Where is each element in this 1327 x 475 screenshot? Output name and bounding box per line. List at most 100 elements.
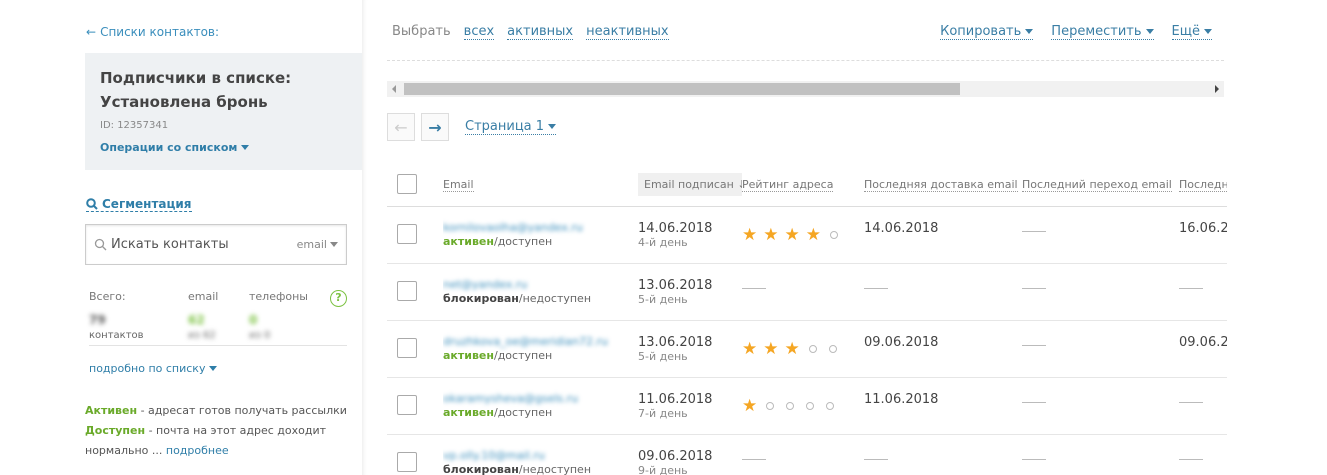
bulk-actions: Копировать Переместить Ещё (940, 24, 1212, 40)
contacts-main: Выбрать всех активных неактивных Копиров… (362, 0, 1327, 475)
table-row[interactable]: net@yandex.ru блокирован/недоступен 13.06.… (387, 263, 1227, 321)
header-select-cell (387, 163, 443, 207)
list-operations-dropdown[interactable]: Операции со списком (100, 141, 347, 154)
empty-dash (1179, 458, 1203, 460)
subscribed-cell: 11.06.2018 7-й день (638, 377, 742, 435)
row-checkbox[interactable] (397, 394, 417, 415)
search-mode-label: email (296, 238, 327, 251)
last-delivery-cell (864, 263, 1022, 321)
scrollbar-thumb[interactable] (404, 83, 960, 95)
list-title-line2: Установлена бронь (100, 93, 268, 111)
last-other-cell (1179, 434, 1227, 475)
legend-avail-label: Доступен (85, 424, 146, 437)
stats-total-label: Всего: (89, 290, 126, 303)
last-delivery-date: 14.06.2018 (864, 220, 939, 236)
search-icon (86, 198, 98, 210)
more-label: Ещё (1171, 24, 1200, 39)
header-rating[interactable]: Рейтинг адреса (742, 163, 864, 207)
contact-email-link[interactable]: druzhkova_oe@meridian72.ru (443, 335, 638, 348)
scroll-right-icon[interactable] (1215, 85, 1219, 93)
subscribed-day: 4-й день (638, 235, 688, 249)
list-details-dropdown[interactable]: подробно по списку (89, 362, 218, 375)
star-empty-icon (806, 401, 815, 410)
page-selector[interactable]: Страница 1 (465, 119, 557, 135)
header-last-delivery[interactable]: Последняя доставка email (864, 163, 1022, 207)
row-checkbox[interactable] (397, 280, 417, 301)
select-label: Выбрать (392, 24, 451, 39)
help-icon[interactable]: ? (330, 290, 347, 307)
last-other-cell (1179, 377, 1227, 435)
legend-avail-text: - почта на этот адрес доходит (145, 424, 327, 437)
last-delivery-cell (864, 434, 1022, 475)
subscribed-day: 5-й день (638, 292, 688, 306)
search-mode-dropdown[interactable]: email (297, 238, 338, 251)
copy-dropdown[interactable]: Копировать (940, 24, 1034, 40)
rating-stars: ★ ★ ★ ★ (742, 221, 864, 245)
email-cell: kornilovaolha@yandex.ru активен/доступен (443, 206, 638, 264)
contact-email-link[interactable]: vp.olly.10@mail.ru (443, 449, 638, 462)
legend-avail-text2: нормально ... (85, 444, 163, 457)
prev-page-button[interactable]: ← (387, 113, 415, 141)
table-header-row: Email Email подписан ↓ Рейтинг адреса По… (387, 163, 1227, 207)
subscribed-day: 5-й день (638, 349, 688, 363)
legend-more-link[interactable]: подробнее (166, 444, 229, 457)
header-last-other[interactable]: Последн (1179, 163, 1227, 207)
header-last-click[interactable]: Последний переход email (1022, 163, 1179, 207)
select-all-link[interactable]: всех (463, 24, 495, 40)
row-checkbox[interactable] (397, 337, 417, 358)
rating-cell: ★ (742, 377, 864, 435)
row-checkbox[interactable] (397, 451, 417, 472)
contact-email-link[interactable]: okaramysheva@gsels.ru (443, 392, 638, 405)
header-last-other-label: Последн (1179, 177, 1227, 192)
contact-search-input[interactable]: Искать контакты email (85, 224, 347, 265)
status-secondary: /доступен (494, 405, 553, 419)
sidebar: ← Списки контактов: Подписчики в списке:… (0, 0, 362, 475)
list-title-line1: Подписчики в списке: (100, 69, 292, 87)
empty-dash (742, 287, 766, 289)
last-other-cell: 16.06.2 (1179, 206, 1227, 264)
star-filled-icon: ★ (742, 224, 758, 245)
horizontal-scrollbar[interactable] (387, 81, 1224, 97)
select-active-link[interactable]: активных (507, 24, 574, 40)
scroll-left-icon[interactable] (392, 85, 396, 93)
subscribed-date: 13.06.2018 (638, 334, 713, 350)
last-click-cell (1022, 206, 1179, 264)
status-primary: блокирован (443, 291, 519, 305)
row-select-cell (387, 434, 443, 475)
select-inactive-link[interactable]: неактивных (586, 24, 669, 40)
next-page-button[interactable]: → (421, 113, 449, 141)
header-subscribed-label: Email подписан (644, 177, 734, 191)
star-filled-icon: ★ (763, 338, 779, 359)
contact-email-link[interactable]: net@yandex.ru (443, 278, 638, 291)
star-empty-icon (828, 344, 837, 353)
last-click-cell (1022, 320, 1179, 378)
star-filled-icon: ★ (784, 224, 800, 245)
select-all-checkbox[interactable] (397, 174, 417, 195)
row-checkbox[interactable] (397, 223, 417, 244)
stats-phones-value: 0 (249, 313, 258, 327)
star-empty-icon (826, 401, 835, 410)
empty-dash (1179, 401, 1203, 403)
star-empty-icon (830, 230, 838, 239)
star-filled-icon: ★ (805, 224, 821, 245)
list-id: ID: 12357341 (100, 120, 169, 131)
contact-email-link[interactable]: kornilovaolha@yandex.ru (443, 221, 638, 234)
email-cell: net@yandex.ru блокирован/недоступен (443, 263, 638, 321)
move-dropdown[interactable]: Переместить (1051, 24, 1154, 40)
empty-dash (1022, 344, 1046, 346)
table-row[interactable]: okaramysheva@gsels.ru активен/доступен 11.… (387, 377, 1227, 435)
star-filled-icon: ★ (742, 338, 758, 359)
more-dropdown[interactable]: Ещё (1171, 24, 1212, 40)
last-other-cell (1179, 263, 1227, 321)
header-email[interactable]: Email (443, 163, 638, 207)
segmentation-link[interactable]: Сегментация (86, 197, 192, 212)
status-secondary: /доступен (494, 234, 553, 248)
table-row[interactable]: kornilovaolha@yandex.ru активен/доступен 1… (387, 206, 1227, 264)
back-to-lists-link[interactable]: ← Списки контактов: (86, 25, 219, 39)
header-subscribed[interactable]: Email подписан ↓ (638, 163, 742, 207)
table-row[interactable]: druzhkova_oe@meridian72.ru активен/доступ… (387, 320, 1227, 378)
empty-dash (864, 458, 888, 460)
header-subscribed-bg: Email подписан ↓ (638, 172, 742, 196)
table-row[interactable]: vp.olly.10@mail.ru блокирован/недоступен 0… (387, 434, 1227, 475)
segmentation-label: Сегментация (102, 197, 192, 211)
